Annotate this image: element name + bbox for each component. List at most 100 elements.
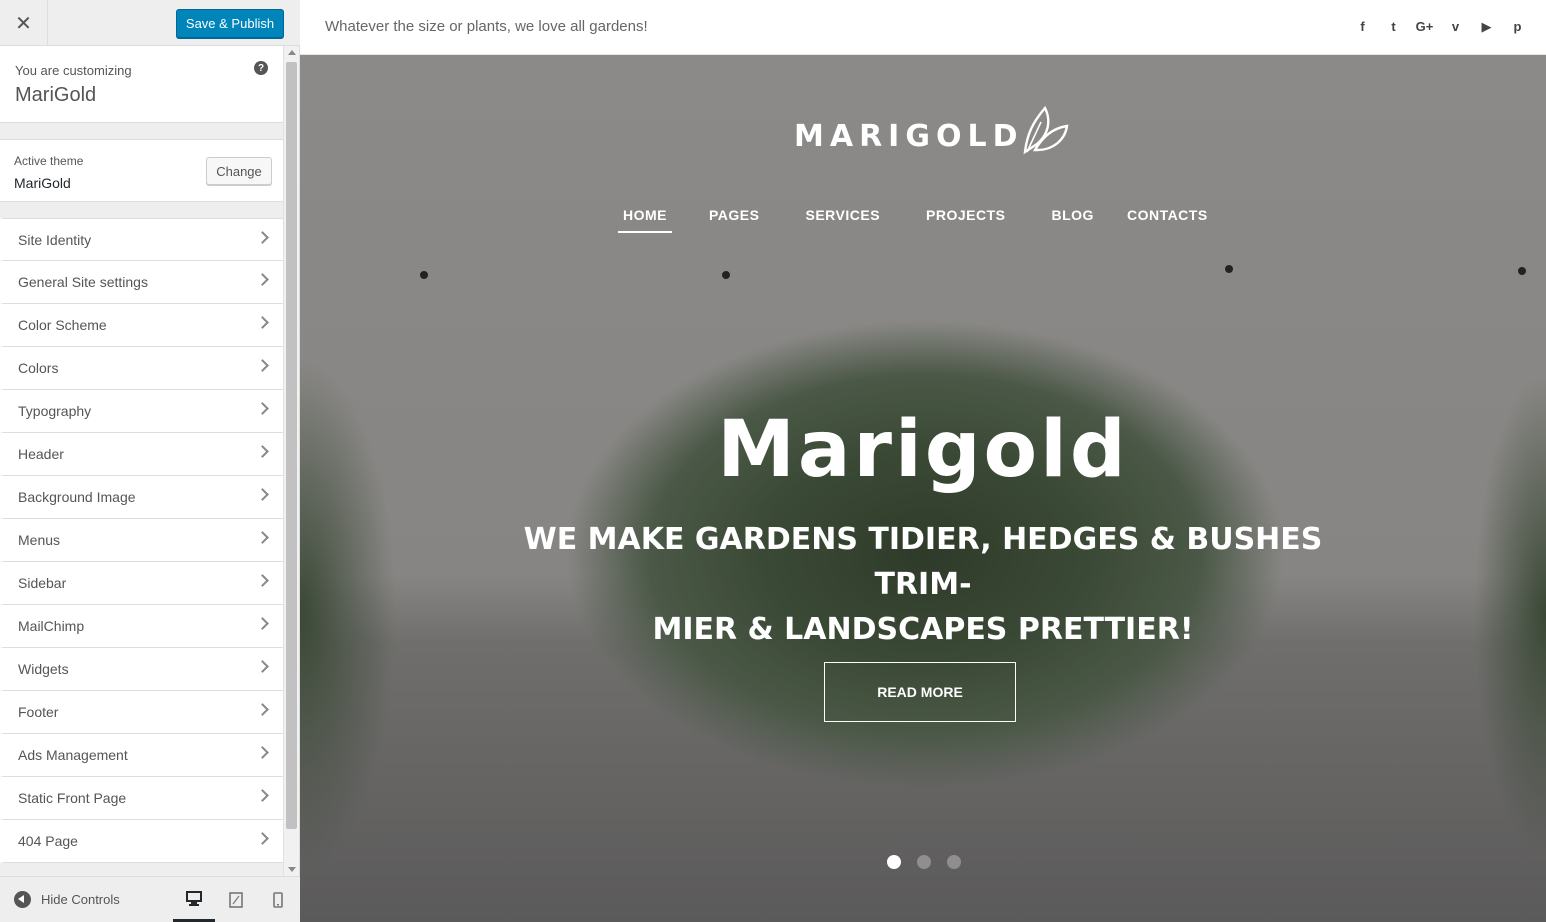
active-theme-label: Active theme <box>14 154 84 168</box>
scroll-down-icon[interactable] <box>288 867 296 872</box>
nav-home[interactable]: HOME <box>618 207 672 233</box>
section-color-scheme[interactable]: Color Scheme <box>0 304 283 347</box>
wall-bolt <box>1518 267 1526 275</box>
save-publish-button[interactable]: Save & Publish <box>176 9 284 38</box>
desktop-icon <box>186 890 202 906</box>
chevron-right-icon <box>256 488 269 501</box>
nav-services[interactable]: SERVICES <box>800 207 885 233</box>
chevron-right-icon <box>256 832 269 845</box>
hide-controls-label: Hide Controls <box>41 892 120 907</box>
scrollbar-thumb[interactable] <box>286 62 297 829</box>
preview-topbar: Whatever the size or plants, we love all… <box>300 0 1546 55</box>
section-label: Header <box>18 446 64 462</box>
customizer-header: ✕ Save & Publish <box>0 0 300 46</box>
section-sidebar[interactable]: Sidebar <box>0 562 283 605</box>
section-ads-management[interactable]: Ads Management <box>0 734 283 777</box>
section-site-identity[interactable]: Site Identity <box>0 218 283 261</box>
sidebar-scrollbar[interactable] <box>283 46 299 876</box>
customizer-footer: Hide Controls <box>0 876 300 922</box>
help-icon[interactable]: ? <box>254 61 268 75</box>
chevron-right-icon <box>256 273 269 286</box>
collapse-icon <box>14 891 31 908</box>
section-widgets[interactable]: Widgets <box>0 648 283 691</box>
section-label: Footer <box>18 704 59 720</box>
read-more-button[interactable]: READ MORE <box>824 662 1016 722</box>
section-typography[interactable]: Typography <box>0 390 283 433</box>
hide-controls-button[interactable]: Hide Controls <box>14 891 120 908</box>
customizer-sidebar: ✕ Save & Publish You are customizing Mar… <box>0 0 300 922</box>
nav-projects[interactable]: PROJECTS <box>921 207 1010 233</box>
wall-bolt <box>1225 265 1233 273</box>
preview-tablet-button[interactable] <box>215 877 257 922</box>
chevron-right-icon <box>256 402 269 415</box>
nav-blog[interactable]: BLOG <box>1047 207 1099 233</box>
section-general-site-settings[interactable]: General Site settings <box>0 261 283 304</box>
chevron-right-icon <box>256 316 269 329</box>
slider-dot[interactable] <box>947 855 961 869</box>
chevron-right-icon <box>256 531 269 544</box>
hero-subtitle: WE MAKE GARDENS TIDIER, HEDGES & BUSHES … <box>500 517 1346 652</box>
chevron-right-icon <box>256 789 269 802</box>
section-label: Menus <box>18 532 61 548</box>
logo-text: MARIGOLD <box>794 119 1024 154</box>
chevron-right-icon <box>256 746 269 759</box>
scroll-up-icon[interactable] <box>288 50 296 55</box>
slider-dot[interactable] <box>887 855 901 869</box>
nav-contacts[interactable]: CONTACTS <box>1122 207 1213 233</box>
google-plus-icon[interactable]: G+ <box>1416 18 1434 35</box>
site-logo[interactable]: MARIGOLD <box>794 100 1069 155</box>
section-label: Site Identity <box>18 232 92 248</box>
section-footer[interactable]: Footer <box>0 691 283 734</box>
section-label: 404 Page <box>18 833 78 849</box>
section-label: Ads Management <box>18 747 128 763</box>
section-404-page[interactable]: 404 Page <box>0 820 283 863</box>
section-label: MailChimp <box>18 618 85 634</box>
chevron-right-icon <box>256 660 269 673</box>
mobile-icon <box>273 892 283 908</box>
youtube-icon[interactable]: ▶ <box>1478 18 1495 35</box>
chevron-right-icon <box>256 574 269 587</box>
hero-slider: MARIGOLD HOME PAGES SERVICES PROJECTS BL… <box>300 55 1546 922</box>
chevron-right-icon <box>256 231 269 244</box>
section-background-image[interactable]: Background Image <box>0 476 283 519</box>
section-label: Background Image <box>18 489 136 505</box>
nav-pages[interactable]: PAGES <box>704 207 764 233</box>
site-preview: Whatever the size or plants, we love all… <box>300 0 1546 922</box>
pinterest-icon[interactable]: p <box>1509 18 1526 35</box>
hero-subtitle-line: MIER & LANDSCAPES PRETTIER! <box>652 612 1194 647</box>
customizing-info: You are customizing MariGold ? <box>0 46 283 123</box>
wall-bolt <box>722 271 730 279</box>
close-customizer-button[interactable]: ✕ <box>0 0 48 46</box>
section-label: Color Scheme <box>18 317 107 333</box>
close-icon: ✕ <box>15 12 32 35</box>
section-colors[interactable]: Colors <box>0 347 283 390</box>
slider-dots <box>887 855 961 869</box>
site-name: MariGold <box>15 84 97 106</box>
vimeo-icon[interactable]: v <box>1447 18 1464 35</box>
preview-desktop-button[interactable] <box>173 877 215 922</box>
twitter-icon[interactable]: t <box>1385 18 1402 35</box>
chevron-right-icon <box>256 703 269 716</box>
chevron-right-icon <box>256 617 269 630</box>
main-nav: HOME PAGES SERVICES PROJECTS BLOG CONTAC… <box>618 207 1213 233</box>
section-mailchimp[interactable]: MailChimp <box>0 605 283 648</box>
active-theme-panel: Active theme MariGold Change <box>0 139 283 202</box>
section-static-front-page[interactable]: Static Front Page <box>0 777 283 820</box>
section-label: Widgets <box>18 661 69 677</box>
section-label: General Site settings <box>18 274 148 290</box>
facebook-icon[interactable]: f <box>1354 18 1371 35</box>
preview-mobile-button[interactable] <box>257 877 299 922</box>
section-menus[interactable]: Menus <box>0 519 283 562</box>
change-theme-button[interactable]: Change <box>206 157 272 185</box>
section-list: Site Identity General Site settings Colo… <box>0 218 283 863</box>
section-label: Colors <box>18 360 59 376</box>
social-links: f t G+ v ▶ p <box>1354 18 1526 35</box>
active-theme-name: MariGold <box>14 175 71 191</box>
hero-subtitle-line: WE MAKE GARDENS TIDIER, HEDGES & BUSHES … <box>523 522 1323 602</box>
leaf-icon <box>1024 105 1069 155</box>
slider-dot[interactable] <box>917 855 931 869</box>
site-tagline: Whatever the size or plants, we love all… <box>325 18 648 35</box>
hero-title: Marigold <box>717 405 1129 495</box>
chevron-right-icon <box>256 359 269 372</box>
section-header[interactable]: Header <box>0 433 283 476</box>
